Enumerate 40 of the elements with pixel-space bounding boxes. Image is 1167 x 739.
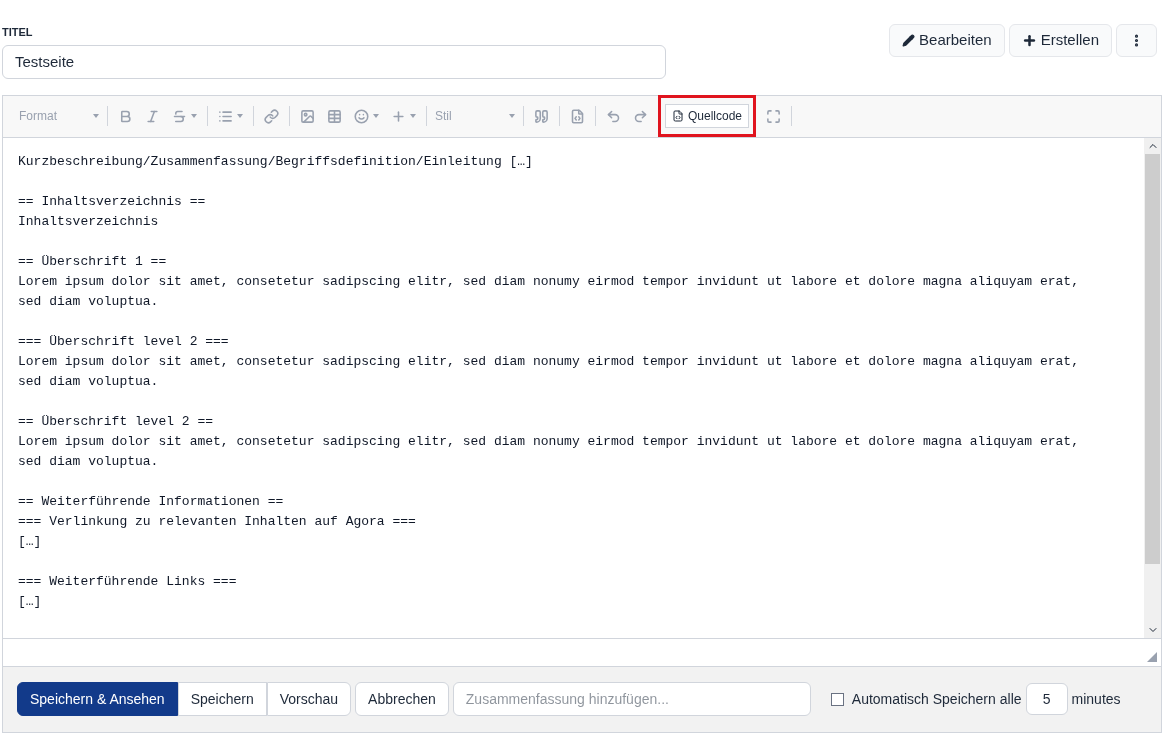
image-icon	[300, 108, 315, 124]
caret-icon	[191, 114, 197, 118]
strikethrough-icon	[172, 108, 187, 124]
more-button[interactable]	[1116, 24, 1157, 57]
save-view-button[interactable]: Speichern & Ansehen	[17, 682, 178, 716]
toolbar-button[interactable]: Vorschau	[266, 682, 352, 716]
code-file-icon	[672, 110, 684, 122]
edit-button[interactable]: Bearbeiten	[889, 24, 1005, 57]
caret-icon	[237, 114, 243, 118]
minutes-field[interactable]: 5	[1025, 683, 1068, 715]
autosave-checkbox[interactable]	[830, 692, 844, 706]
bold-icon	[118, 108, 133, 124]
plus-icon	[391, 108, 406, 124]
minutes-unit: minutes	[1071, 689, 1121, 709]
table-icon	[327, 108, 342, 124]
list-icon	[218, 108, 233, 124]
scrollbar-thumb[interactable]	[1145, 153, 1160, 564]
fullscreen-icon	[766, 108, 782, 124]
source-button[interactable]: Quellcode	[665, 104, 750, 128]
pencil-icon	[902, 34, 916, 47]
plus-icon	[1021, 33, 1037, 48]
create-button[interactable]: Erstellen	[1008, 24, 1112, 57]
redo-icon	[633, 108, 648, 124]
quote-icon	[534, 108, 549, 124]
summary-field[interactable]: Zusammenfassung hinzufügen...	[452, 682, 811, 716]
link-icon	[264, 108, 279, 124]
autosave-label: Automatisch Speichern	[851, 689, 996, 709]
autosave-word: alle	[999, 689, 1022, 709]
smiley-icon	[354, 108, 369, 124]
undo-icon	[606, 108, 621, 124]
caret-icon	[410, 114, 416, 118]
toolbar-button[interactable]: Speichern	[177, 682, 267, 716]
caret-icon	[373, 114, 379, 118]
italic-icon	[145, 108, 160, 124]
title-field[interactable]: Testseite	[2, 44, 666, 79]
cancel-button[interactable]: Abbrechen	[355, 682, 449, 716]
source-text[interactable]: Kurzbeschreibung/Zusammenfassung/Begriffsdefinition/Einleitung […] == Inhaltsverzeichnis == Inhaltsverzeichnis == Überschrift 1 == Lorem ipsum dolor sit amet, consetetur sadipscing elitr, sed diam nonumy eirmod tempor invidunt ut labore et dolore magna aliquyam erat, sed diam voluptua. === Überschrift level 2 === Lorem ipsum dolor sit amet, consetetur sadipscing elitr, sed diam nonumy eirmod tempor invidunt ut labore et dolore magna aliquyam erat, sed diam voluptua. == Überschrift level 2 == Lorem ipsum dolor sit amet, consetetur sadipscing elitr, sed diam nonumy eirmod tempor invidunt ut labore et dolore magna aliquyam erat, sed diam voluptua. == Weiterführende Informationen == === Verlinkung zu relevanten Inhalten auf Agora === […] === Weiterführende Links === […]	[3, 137, 1144, 638]
caret-icon	[509, 114, 515, 118]
field-label: TITEL	[2, 25, 34, 40]
caret-icon	[93, 114, 99, 118]
